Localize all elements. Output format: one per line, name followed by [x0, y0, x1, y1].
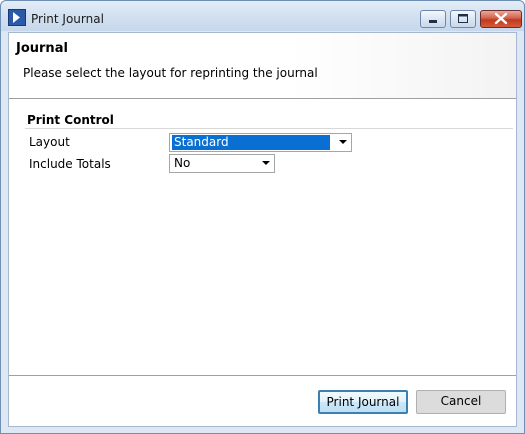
chevron-down-icon[interactable] [261, 160, 271, 166]
dialog-header: Journal Please select the layout for rep… [9, 33, 516, 98]
include-totals-dropdown-value: No [174, 156, 191, 170]
print-journal-dialog: Print Journal Journal Please select the … [0, 0, 525, 434]
header-divider [9, 98, 516, 99]
page-description: Please select the layout for reprinting … [23, 66, 318, 80]
close-icon [494, 12, 508, 25]
cancel-button[interactable]: Cancel [416, 390, 506, 414]
footer-divider [9, 375, 516, 376]
dialog-content: Journal Please select the layout for rep… [8, 32, 517, 427]
maximize-icon [458, 14, 468, 23]
layout-dropdown-value: Standard [172, 135, 330, 150]
include-totals-dropdown[interactable]: No [169, 154, 275, 173]
section-divider [25, 128, 513, 129]
layout-dropdown[interactable]: Standard [169, 133, 352, 152]
page-title: Journal [16, 41, 68, 56]
print-control-section-title: Print Control [27, 113, 114, 127]
window-title: Print Journal [31, 12, 104, 26]
include-totals-label: Include Totals [29, 157, 111, 171]
minimize-button[interactable] [420, 10, 446, 28]
print-journal-button[interactable]: Print Journal [318, 390, 408, 414]
layout-label: Layout [29, 135, 70, 149]
maximize-button[interactable] [450, 10, 476, 28]
chevron-down-icon[interactable] [338, 139, 348, 145]
title-bar[interactable]: Print Journal [1, 1, 524, 31]
close-button[interactable] [480, 10, 522, 28]
app-icon [8, 9, 26, 26]
minimize-icon [429, 20, 437, 23]
